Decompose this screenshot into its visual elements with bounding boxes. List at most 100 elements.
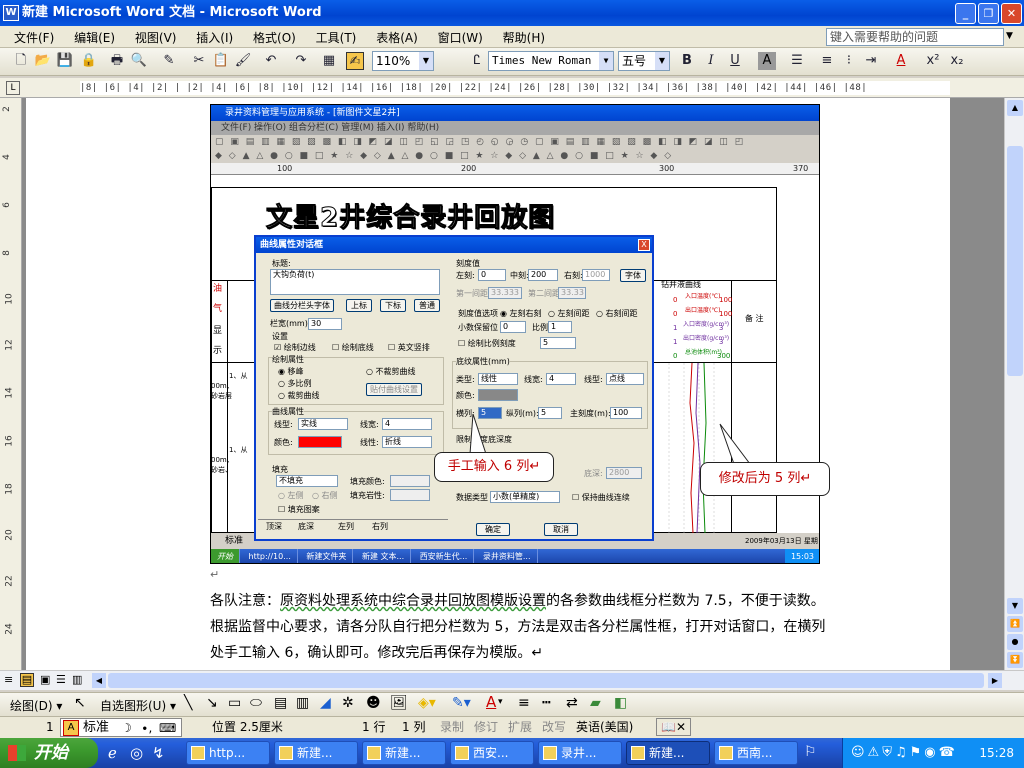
fill-pattern-checkbox[interactable]: ☐ 填充图案 bbox=[278, 505, 320, 515]
insert-table-icon[interactable]: ▦ bbox=[320, 52, 338, 70]
first-interval-input[interactable]: 33.333 bbox=[488, 287, 522, 299]
record-indicator[interactable]: 录制 bbox=[440, 717, 464, 737]
font-color-dropdown-icon[interactable]: ▾ bbox=[498, 697, 503, 707]
paste-icon[interactable]: 📋 bbox=[212, 52, 230, 70]
tab-bottom-depth[interactable]: 底深 bbox=[298, 521, 314, 532]
oval-tool-icon[interactable]: ⬭ bbox=[250, 695, 262, 711]
minimize-button[interactable]: _ bbox=[955, 3, 976, 24]
right-side-radio[interactable]: ○ 右侧 bbox=[312, 491, 338, 501]
ratio-scale-input[interactable]: 5 bbox=[540, 337, 576, 349]
grid-linetype-select[interactable]: 点线 bbox=[606, 373, 644, 385]
tab-left-col[interactable]: 左列 bbox=[338, 521, 354, 532]
line-type-select[interactable]: 实线 bbox=[298, 418, 348, 430]
line-shape-select[interactable]: 折线 bbox=[382, 436, 432, 448]
left-gap-radio[interactable]: ○ 左刻间距 bbox=[548, 309, 590, 319]
draw-border-checkbox[interactable]: ☑ 绘制边线 bbox=[274, 343, 316, 353]
ime-mode-label[interactable]: 标准 bbox=[83, 718, 109, 738]
ime-keyboard-icon[interactable]: ⌨ bbox=[159, 718, 176, 738]
font-dialog-button[interactable]: 字体 bbox=[620, 269, 646, 282]
line-width-select[interactable]: 4 bbox=[382, 418, 432, 430]
cut-icon[interactable]: ✂ bbox=[190, 52, 208, 70]
bold-button[interactable]: B bbox=[678, 52, 696, 70]
styles-icon[interactable]: Ꮭ bbox=[468, 52, 486, 70]
decimal-select[interactable]: 0 bbox=[500, 321, 526, 333]
line-style-icon[interactable]: ≡ bbox=[518, 695, 530, 711]
ok-button[interactable]: 确定 bbox=[476, 523, 510, 536]
draw-ratio-checkbox[interactable]: ☐ 绘制比例刻度 bbox=[458, 339, 516, 349]
track-changes-indicator[interactable]: 修订 bbox=[474, 717, 498, 737]
format-painter-icon[interactable]: 🖌 bbox=[234, 52, 252, 70]
ime-toolbar[interactable]: A 标准 ☽ ∙, ⌨ bbox=[60, 718, 182, 737]
textbox-tool-icon[interactable]: ▤ bbox=[274, 695, 287, 711]
vertical-textbox-icon[interactable]: ▥ bbox=[296, 695, 309, 711]
dialog-close-button[interactable]: X bbox=[638, 239, 650, 251]
print-view-icon[interactable]: ▣ bbox=[40, 673, 50, 686]
scroll-left-icon[interactable]: ◀ bbox=[92, 673, 106, 688]
ime-moon-icon[interactable]: ☽ bbox=[121, 718, 132, 738]
right-gap-radio[interactable]: ○ 右刻间距 bbox=[596, 309, 638, 319]
mid-scale-input[interactable]: 200 bbox=[528, 269, 558, 281]
language-bar-icon[interactable]: ⚐ bbox=[804, 744, 817, 760]
curve-color-select[interactable] bbox=[298, 436, 342, 448]
menu-window[interactable]: 窗口(W) bbox=[430, 26, 491, 46]
save-icon[interactable]: 💾 bbox=[56, 52, 74, 70]
menu-tools[interactable]: 工具(T) bbox=[308, 26, 365, 46]
new-document-icon[interactable]: 🗋 bbox=[12, 52, 30, 70]
subscript-dialog-button[interactable]: 下标 bbox=[380, 299, 406, 312]
ime-logo-icon[interactable]: A bbox=[63, 720, 79, 736]
browse-object-icon[interactable]: ● bbox=[1007, 634, 1023, 650]
ie-quicklaunch-icon[interactable]: ℯ bbox=[108, 744, 117, 762]
draw-settings-button[interactable]: 贴付曲线设置 bbox=[366, 383, 422, 396]
translate-radio[interactable]: ◉ 移峰 bbox=[278, 367, 304, 377]
main-scale-input[interactable]: 100 bbox=[610, 407, 642, 419]
vertical-scroll-thumb[interactable] bbox=[1007, 146, 1023, 376]
taskbar-item[interactable]: 新建... bbox=[274, 741, 358, 765]
fill-color-icon[interactable]: ◈▾ bbox=[418, 695, 436, 711]
picture-icon[interactable]: 🖼 bbox=[390, 695, 408, 711]
vcols-input[interactable]: 5 bbox=[538, 407, 562, 419]
hcols-input[interactable]: 5 bbox=[478, 407, 502, 419]
vertical-scrollbar[interactable]: ▲ ▼ ⏫ ● ⏬ bbox=[1004, 98, 1024, 670]
underline-button[interactable]: U bbox=[726, 52, 744, 70]
fill-select[interactable]: 不填充 bbox=[276, 475, 338, 487]
font-color-button[interactable]: A bbox=[892, 52, 910, 70]
horizontal-scrollbar[interactable]: ≡ ▤ ▣ ☰ ▥ ◀ ▶ bbox=[0, 670, 1024, 690]
fill-color-select[interactable] bbox=[390, 475, 430, 487]
taskbar-item-active[interactable]: 新建... bbox=[626, 741, 710, 765]
numbering-icon[interactable]: ≡ bbox=[818, 52, 836, 70]
restore-button[interactable]: ❐ bbox=[978, 3, 999, 24]
dash-style-icon[interactable]: ┅ bbox=[542, 695, 550, 711]
zoom-select[interactable]: 110% ▼ bbox=[372, 51, 434, 71]
ime-punct-icon[interactable]: ∙, bbox=[141, 718, 152, 738]
wordart-icon[interactable]: ◢ bbox=[320, 695, 331, 711]
menu-table[interactable]: 表格(A) bbox=[368, 26, 426, 46]
superscript-dialog-button[interactable]: 上标 bbox=[346, 299, 372, 312]
spelling-status-icon[interactable]: 📖✕ bbox=[656, 718, 691, 736]
keep-curve-checkbox[interactable]: ☐ 保持曲线连续 bbox=[572, 493, 630, 503]
font-color-draw-icon[interactable]: A bbox=[486, 693, 496, 711]
horizontal-scroll-thumb[interactable] bbox=[108, 673, 984, 688]
print-icon[interactable]: 🖶 bbox=[108, 52, 126, 70]
extend-indicator[interactable]: 扩展 bbox=[508, 717, 532, 737]
taskbar-item[interactable]: 新建... bbox=[362, 741, 446, 765]
research-icon[interactable]: ✎ bbox=[160, 52, 178, 70]
close-button[interactable]: ✕ bbox=[1001, 3, 1022, 24]
tab-right-col[interactable]: 右列 bbox=[372, 521, 388, 532]
menu-view[interactable]: 视图(V) bbox=[127, 26, 185, 46]
font-name-select[interactable]: Times New Roman ▼ bbox=[488, 51, 614, 71]
bullets-icon[interactable]: ⁝ bbox=[840, 52, 858, 70]
tab-selector-icon[interactable]: L bbox=[6, 81, 20, 95]
bottom-depth-input[interactable]: 2800 bbox=[606, 467, 642, 479]
body-paragraph[interactable]: 各队注意：原资料处理系统中综合录井回放图模版设置的各参数曲线框分栏数为 7.5，… bbox=[210, 588, 830, 666]
left-side-radio[interactable]: ○ 左侧 bbox=[278, 491, 304, 501]
print-preview-icon[interactable]: 🔍 bbox=[130, 52, 148, 70]
permission-icon[interactable]: 🔒 bbox=[80, 52, 98, 70]
grid-type-select[interactable]: 线性 bbox=[478, 373, 518, 385]
outline-view-icon[interactable]: ☰ bbox=[56, 673, 66, 686]
tab-top-depth[interactable]: 顶深 bbox=[266, 521, 282, 532]
taskbar-item[interactable]: 录井... bbox=[538, 741, 622, 765]
diagram-icon[interactable]: ✲ bbox=[342, 695, 354, 711]
grid-width-select[interactable]: 4 bbox=[546, 373, 576, 385]
multi-scale-radio[interactable]: ○ 多比例 bbox=[278, 379, 312, 389]
help-search-input[interactable]: 键入需要帮助的问题 bbox=[826, 28, 1004, 46]
